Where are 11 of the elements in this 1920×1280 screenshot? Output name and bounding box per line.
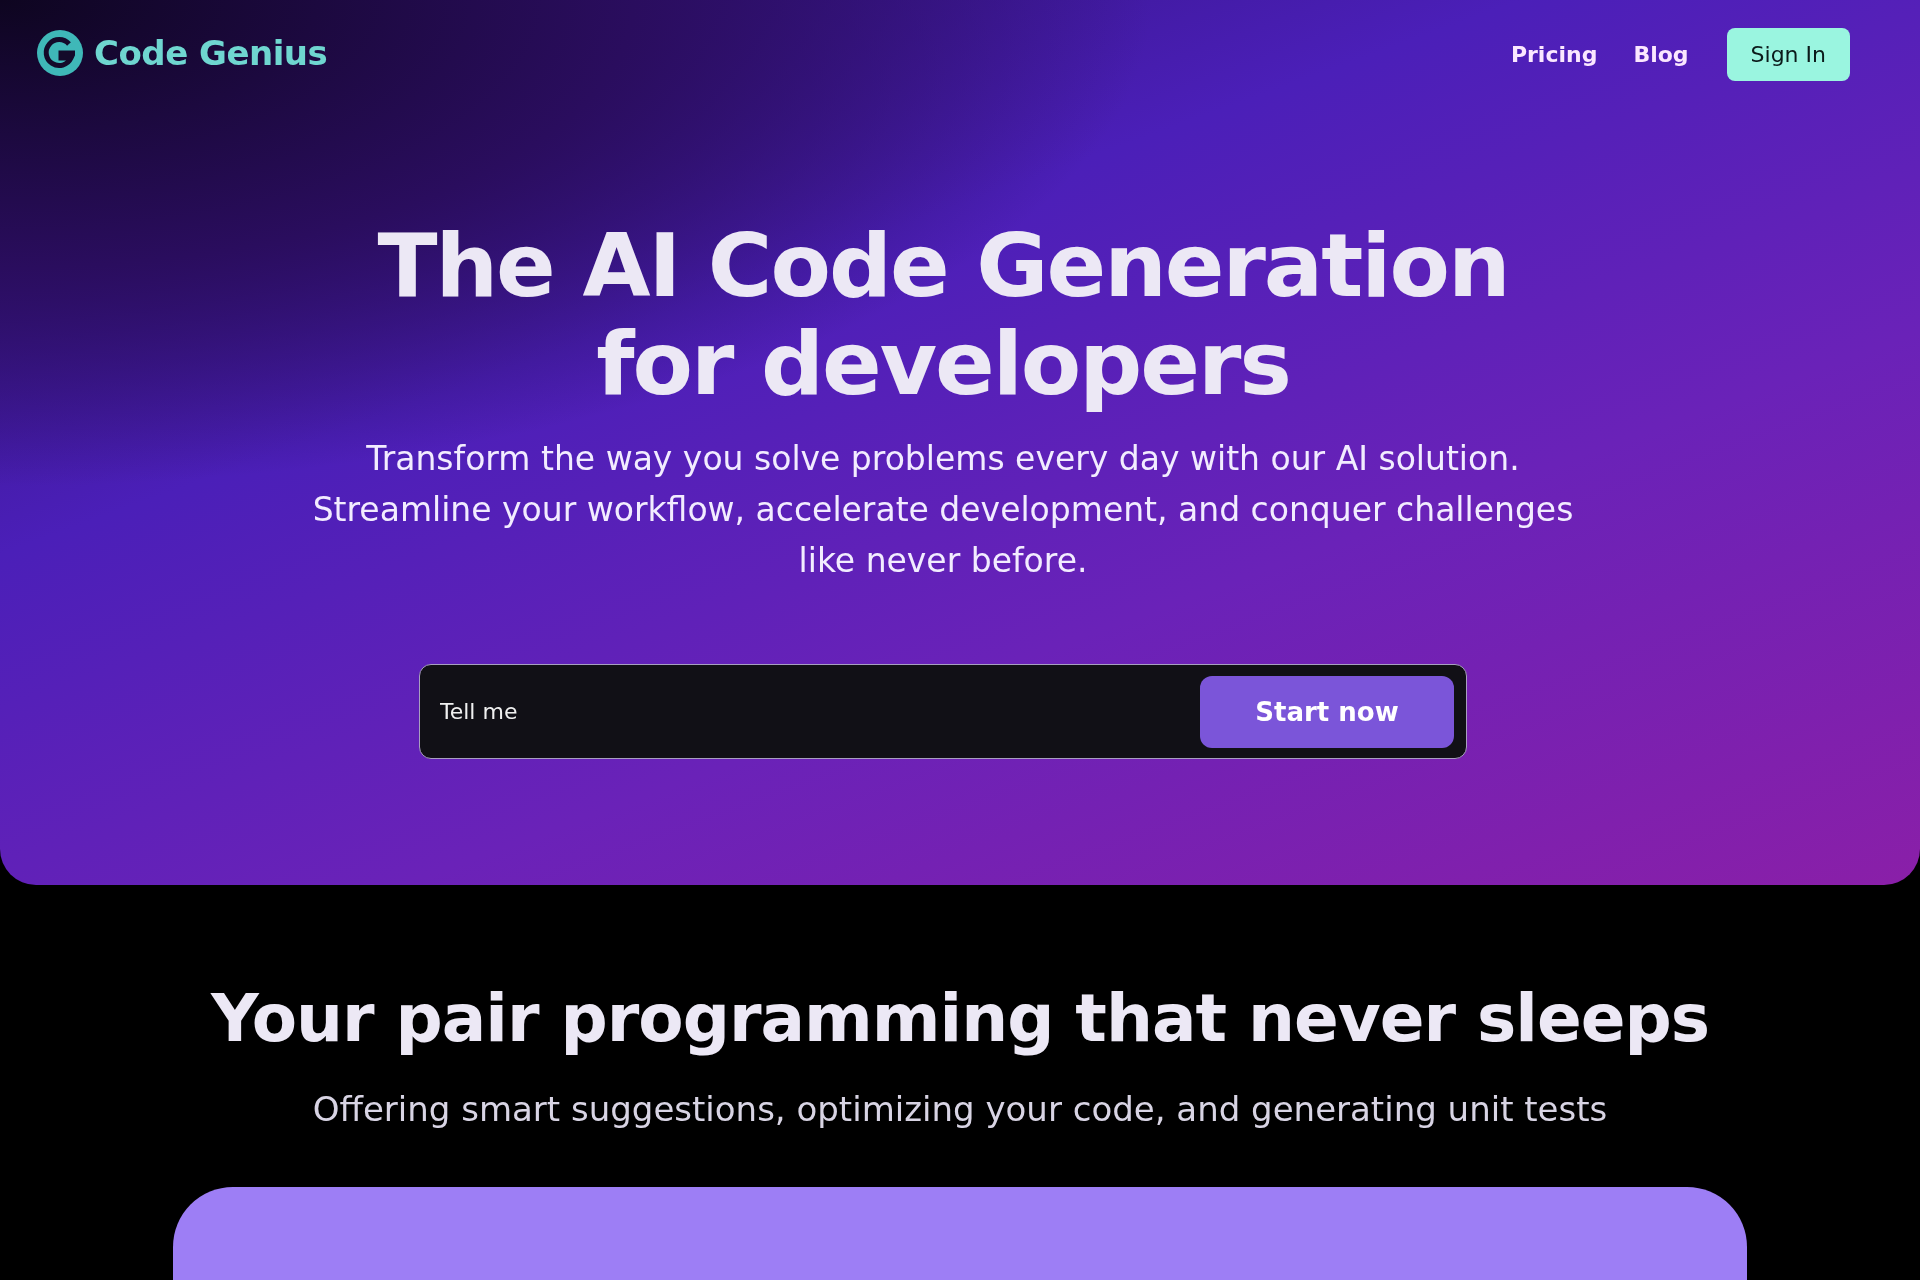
nav-link[interactable]: Pricing bbox=[1510, 42, 1598, 67]
section-heading: Your pair programming that never sleeps bbox=[211, 979, 1709, 1059]
prompt-field[interactable]: Tell me Start now bbox=[419, 664, 1467, 759]
hero-subtitle: Transform the way you solve problems every day with our AI solution. Streamline your workflow, accelerate development, and conquer challenges like never before. bbox=[311, 438, 1575, 582]
section-subheading: Offering smart suggestions, optimizing your code, and generating unit tests bbox=[312, 1088, 1608, 1131]
start-now-button[interactable]: Start now bbox=[1200, 675, 1454, 748]
logo-icon bbox=[36, 28, 84, 77]
hero-title: The AI Code Generation for developers bbox=[377, 217, 1509, 413]
sign-in-button[interactable]: Sign In bbox=[1726, 28, 1850, 81]
logo-text[interactable]: Code Genius bbox=[94, 32, 328, 73]
nav-link[interactable]: Blog bbox=[1633, 42, 1689, 67]
